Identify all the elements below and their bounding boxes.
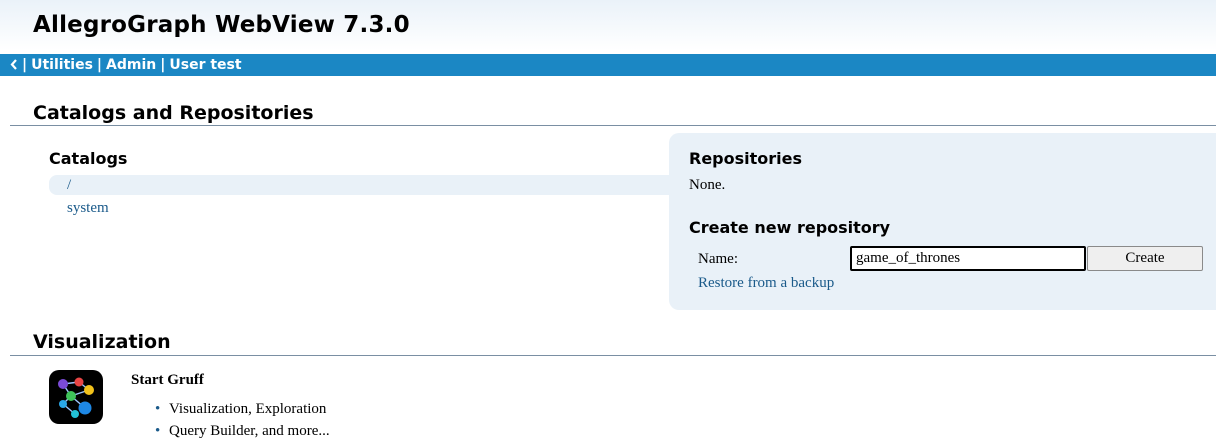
section-divider — [10, 125, 1216, 126]
catalogs-heading: Catalogs — [49, 149, 128, 168]
nav-separator: | — [96, 57, 103, 73]
nav-link-user[interactable]: User test — [169, 57, 241, 73]
page-header: AllegroGraph WebView 7.3.0 — [0, 0, 1216, 50]
gruff-logo-icon[interactable] — [49, 370, 103, 424]
nav-separator: | — [22, 57, 28, 73]
catalog-link-root[interactable]: / — [67, 175, 71, 195]
create-repository-heading: Create new repository — [689, 218, 891, 237]
nav-separator: | — [160, 57, 166, 73]
nav-link-admin[interactable]: Admin — [106, 57, 156, 73]
list-item-text: Visualization, Exploration — [169, 401, 327, 417]
app-title: AllegroGraph WebView 7.3.0 — [33, 12, 410, 38]
name-label: Name: — [698, 251, 738, 267]
nav-bar: | Utilities | Admin | User test — [0, 54, 1216, 76]
repository-name-input[interactable] — [850, 246, 1086, 271]
list-item: Visualization, Exploration — [155, 398, 330, 420]
chevron-left-icon[interactable] — [10, 54, 18, 76]
repositories-heading: Repositories — [689, 149, 803, 168]
create-button[interactable]: Create — [1087, 246, 1203, 271]
catalog-link-system[interactable]: system — [67, 198, 109, 218]
repositories-empty-text: None. — [689, 177, 726, 193]
restore-from-backup-link[interactable]: Restore from a backup — [698, 276, 834, 291]
section-divider — [10, 355, 1216, 356]
nav-link-utilities[interactable]: Utilities — [31, 57, 93, 73]
gruff-feature-list: Visualization, Exploration Query Builder… — [155, 398, 330, 440]
nav-links: | Utilities | Admin | User test — [10, 54, 242, 76]
list-item-text: Query Builder, and more... — [169, 423, 330, 439]
section-heading-catalogs-repositories: Catalogs and Repositories — [33, 102, 314, 124]
catalog-item-root[interactable]: / — [49, 175, 669, 195]
start-gruff-link[interactable]: Start Gruff — [131, 373, 204, 388]
list-item: Query Builder, and more... — [155, 420, 330, 440]
catalog-item-system[interactable]: system — [49, 198, 669, 218]
section-heading-visualization: Visualization — [33, 331, 171, 353]
